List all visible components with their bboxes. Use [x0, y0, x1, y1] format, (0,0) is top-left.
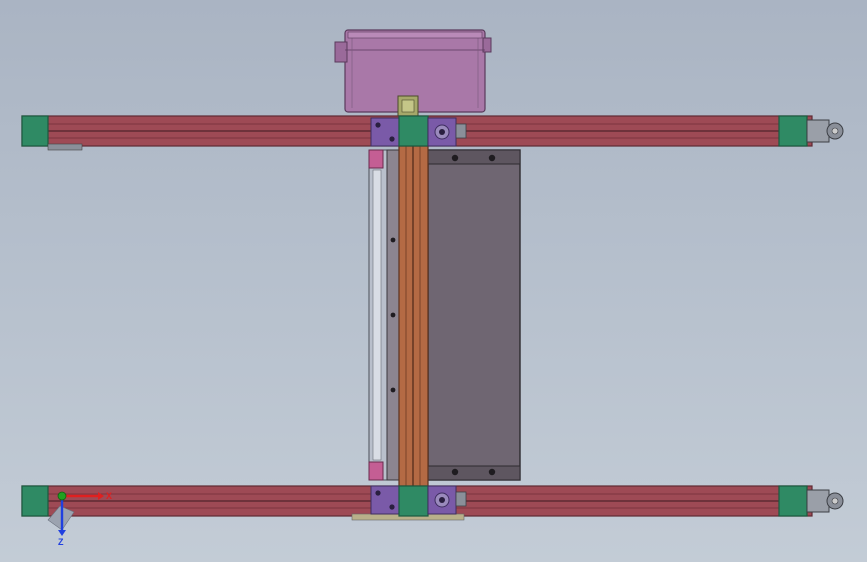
y-axis-dot-icon	[57, 491, 67, 501]
bottom-rail-left-end-cap[interactable]	[21, 485, 49, 517]
x-axis-label: X	[106, 491, 112, 501]
bottom-left-bracket[interactable]	[370, 485, 400, 515]
linear-guide[interactable]	[368, 149, 400, 481]
top-beam-end-cap[interactable]	[398, 115, 429, 147]
bottom-rail-motor[interactable]	[806, 489, 844, 513]
z-axis-label: Z	[58, 537, 64, 547]
top-left-bracket[interactable]	[370, 117, 400, 147]
assembly-top-view[interactable]: X Z	[0, 0, 867, 562]
bottom-rail-right-end-cap[interactable]	[778, 485, 808, 517]
control-box[interactable]	[334, 29, 492, 119]
carriage-plate[interactable]	[427, 149, 521, 481]
top-rail-motor[interactable]	[806, 119, 844, 143]
z-axis-arrowhead-icon	[58, 530, 66, 536]
vertical-beam[interactable]	[398, 145, 429, 487]
bottom-beam-end-cap[interactable]	[398, 485, 429, 517]
top-rail-right-end-cap[interactable]	[778, 115, 808, 147]
cad-graphics-area[interactable]: X Z	[0, 0, 867, 562]
